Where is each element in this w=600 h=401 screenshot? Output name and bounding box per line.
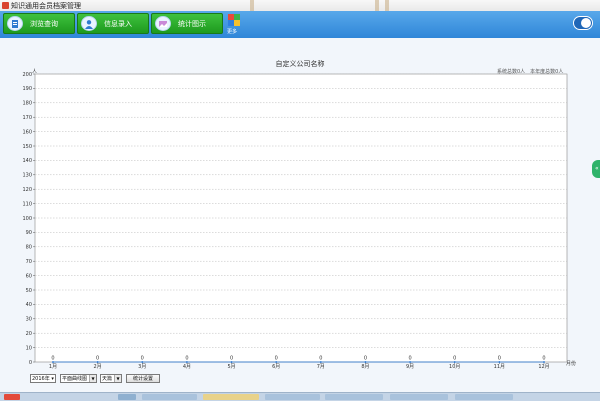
y-tick-label: 60 [26, 273, 32, 279]
y-tick-label: 70 [26, 259, 32, 265]
y-tick-label: 170 [22, 115, 32, 121]
taskbar-app-icon[interactable] [118, 394, 136, 400]
y-tick-label: 120 [22, 187, 32, 193]
data-label: 0 [96, 356, 99, 362]
y-tick-label: 30 [26, 317, 32, 323]
data-label: 0 [408, 356, 411, 362]
data-label: 0 [51, 356, 54, 362]
taskbar-app-icon[interactable] [142, 394, 197, 400]
y-tick-label: 20 [26, 331, 32, 337]
data-label: 0 [185, 356, 188, 362]
y-tick-label: 200 [22, 72, 32, 78]
y-tick-label: 100 [22, 216, 32, 222]
y-tick-label: 160 [22, 129, 32, 135]
line-chart: 0 10 20 30 40 50 60 70 80 90 100 110 120 130 140 150 160… [22, 69, 576, 370]
y-tick-label: 150 [22, 144, 32, 150]
y-tick-label: 110 [22, 201, 32, 207]
plot-area [34, 73, 568, 363]
taskbar-app-icon[interactable] [390, 394, 448, 400]
taskbar-app-icon[interactable] [455, 394, 513, 400]
y-tick-label: 10 [26, 345, 32, 351]
y-tick-label: 140 [22, 158, 32, 164]
x-axis-label: 月份 [566, 360, 576, 367]
chart-type-value: 平面曲线图 [62, 376, 88, 382]
period-select[interactable]: 天篇 ▼ [100, 374, 122, 383]
y-axis-label: 人 [32, 69, 37, 75]
data-label: 0 [141, 356, 144, 362]
data-label: 0 [498, 356, 501, 362]
chart-type-select[interactable]: 平面曲线图 ▼ [60, 374, 97, 383]
chevron-down-icon: ▼ [89, 375, 96, 382]
y-tick-label: 50 [26, 288, 32, 294]
data-label: 0 [364, 356, 367, 362]
y-tick-label: 180 [22, 101, 32, 107]
x-tick-label: 4月 [183, 364, 191, 370]
y-tick-label: 0 [29, 360, 32, 366]
x-tick-label: 7月 [317, 364, 325, 370]
taskbar-app-icon[interactable] [4, 394, 20, 400]
stats-settings-button[interactable]: 统计设置 [126, 374, 160, 383]
data-label: 0 [275, 356, 278, 362]
x-tick-label: 5月 [227, 364, 235, 370]
data-label: 0 [319, 356, 322, 362]
taskbar-app-icon[interactable] [325, 394, 383, 400]
x-tick-label: 12月 [538, 364, 549, 370]
y-tick-label: 130 [22, 173, 32, 179]
x-tick-label: 9月 [406, 364, 414, 370]
data-label: 0 [453, 356, 456, 362]
taskbar-app-icon[interactable] [203, 394, 259, 400]
y-tick-label: 80 [26, 245, 32, 251]
x-tick-label: 3月 [138, 364, 146, 370]
x-tick-label: 1月 [49, 364, 57, 370]
x-tick-label: 8月 [361, 364, 369, 370]
period-value: 天篇 [102, 376, 113, 382]
data-label: 0 [230, 356, 233, 362]
x-tick-label: 11月 [494, 364, 505, 370]
y-tick-label: 40 [26, 302, 32, 308]
x-tick-label: 6月 [272, 364, 280, 370]
y-tick-label: 190 [22, 86, 32, 92]
x-tick-label: 2月 [94, 364, 102, 370]
side-panel-handle[interactable]: « [592, 160, 600, 178]
y-tick-label: 90 [26, 230, 32, 236]
taskbar-app-icon[interactable] [265, 394, 320, 400]
x-tick-label: 10月 [449, 364, 460, 370]
year-select[interactable]: 2016年 ▾ [30, 374, 56, 383]
data-label: 0 [542, 356, 545, 362]
side-handle-label: « [595, 165, 599, 172]
chevron-down-icon: ▼ [114, 375, 121, 382]
